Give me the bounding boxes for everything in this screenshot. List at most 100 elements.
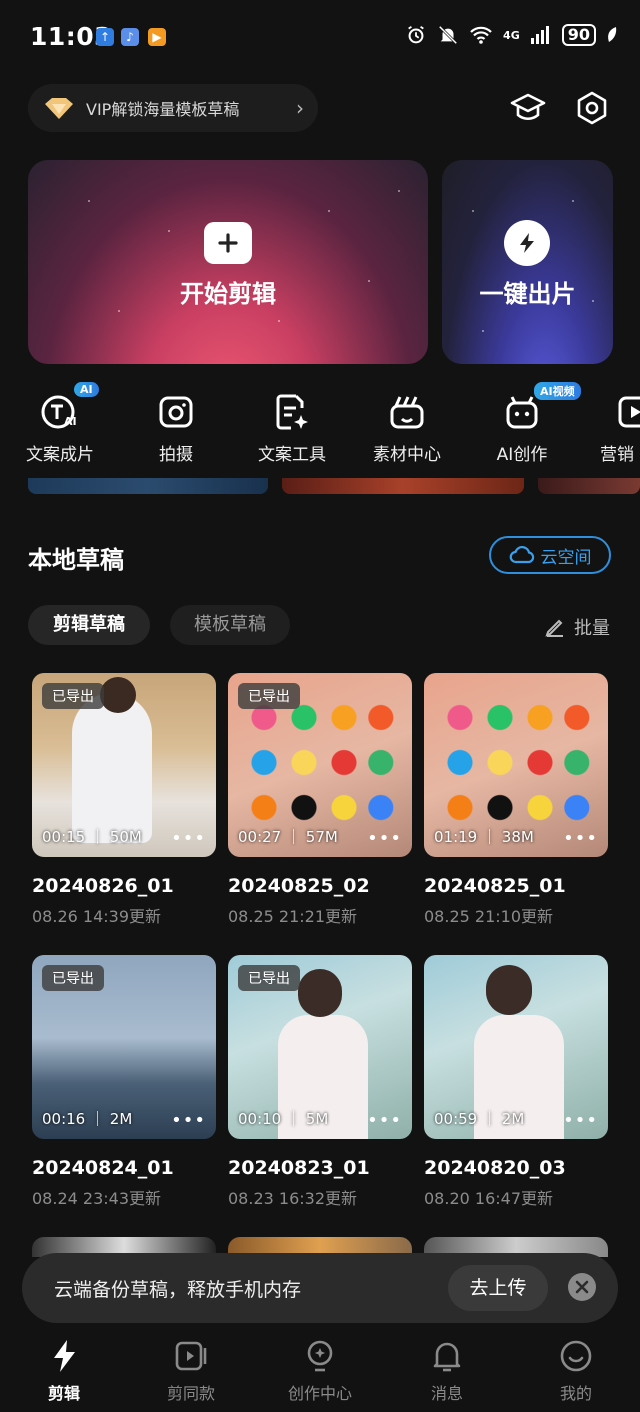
exported-badge: 已导出 (42, 683, 104, 709)
vip-banner[interactable]: VIP解锁海量模板草稿 › (28, 84, 318, 132)
batch-label: 批量 (574, 618, 610, 639)
clapperboard-icon (390, 396, 424, 429)
more-options-icon[interactable]: ••• (367, 828, 402, 849)
draft-duration-size: 01:19 ｜ 38M (434, 828, 534, 846)
draft-card[interactable]: 已导出 00:16 ｜ 2M ••• 20240824_01 08.24 23:… (32, 955, 216, 1209)
banner-strip[interactable] (538, 478, 640, 494)
tool-label: AI创作 (496, 445, 548, 465)
draft-duration-size: 00:59 ｜ 2M (434, 1110, 525, 1128)
tool-label: 文案成片 (26, 445, 94, 465)
ai-video-tag: AI视频 (534, 382, 581, 400)
network-type: 4G (503, 28, 520, 42)
nav-profile[interactable]: 我的 (521, 1338, 631, 1404)
draft-thumbnail[interactable]: 已导出 00:27 ｜ 57M ••• (228, 673, 412, 857)
tool-label: 营销 (600, 445, 634, 465)
tool-material-center[interactable]: 素材中心 (357, 392, 457, 472)
ai-tag: AI (74, 382, 99, 397)
vip-diamond-icon (45, 98, 73, 119)
tool-text-to-video[interactable]: AI AI 文案成片 (10, 382, 110, 472)
more-options-icon[interactable]: ••• (563, 1110, 598, 1131)
bell-icon (433, 1342, 461, 1372)
draft-thumbnail[interactable]: 01:19 ｜ 38M ••• (424, 673, 608, 857)
tool-label: 文案工具 (258, 445, 326, 465)
nav-creator-center[interactable]: 创作中心 (265, 1338, 375, 1404)
start-edit-label: 开始剪辑 (180, 280, 276, 308)
draft-card[interactable]: 01:19 ｜ 38M ••• 20240825_01 08.25 21:10更… (424, 673, 608, 927)
draft-card[interactable]: 已导出 00:10 ｜ 5M ••• 20240823_01 08.23 16:… (228, 955, 412, 1209)
draft-card[interactable]: 已导出 00:15 ｜ 50M ••• 20240826_01 08.26 14… (32, 673, 216, 927)
exported-badge: 已导出 (238, 683, 300, 709)
draft-duration-size: 00:10 ｜ 5M (238, 1110, 329, 1128)
tab-edit-drafts[interactable]: 剪辑草稿 (28, 605, 150, 645)
more-options-icon[interactable]: ••• (171, 1110, 206, 1131)
chevron-right-icon: › (296, 96, 304, 120)
nav-edit[interactable]: 剪辑 (9, 1338, 119, 1404)
draft-card[interactable]: 已导出 00:27 ｜ 57M ••• 20240825_02 08.25 21… (228, 673, 412, 927)
cloud-space-label: 云空间 (540, 547, 592, 568)
more-options-icon[interactable]: ••• (563, 828, 598, 849)
alarm-icon (408, 25, 424, 44)
draft-name: 20240826_01 (32, 875, 174, 897)
settings-gear-icon[interactable] (570, 86, 614, 130)
music-app-icon: ♪ (121, 28, 139, 46)
exported-badge: 已导出 (238, 965, 300, 991)
draft-date: 08.20 16:47更新 (424, 1189, 554, 1208)
tool-ai-create[interactable]: AI视频 AI创作 (472, 382, 581, 472)
banner-strip[interactable] (28, 478, 268, 494)
draft-name: 20240823_01 (228, 1157, 370, 1179)
draft-thumbnail[interactable]: 已导出 00:15 ｜ 50M ••• (32, 673, 216, 857)
close-icon[interactable] (568, 1273, 596, 1301)
draft-name: 20240825_02 (228, 875, 370, 897)
tool-label: 拍摄 (159, 445, 193, 465)
notification-app-icon: ↑ (96, 28, 114, 46)
one-click-label: 一键出片 (479, 280, 576, 308)
local-drafts-title: 本地草稿 (28, 546, 124, 574)
camera-icon (159, 396, 193, 428)
start-edit-card[interactable]: 开始剪辑 (28, 160, 428, 364)
status-indicators: 4G 90 (405, 24, 618, 46)
tool-shoot[interactable]: 拍摄 (126, 392, 226, 472)
lightbulb-icon (307, 1340, 333, 1372)
cloud-space-button[interactable]: 云空间 (489, 536, 611, 574)
signal-icon (530, 26, 549, 44)
banner-strip[interactable] (282, 478, 524, 494)
draft-name: 20240820_03 (424, 1157, 566, 1179)
tutorial-graduation-cap-icon[interactable] (506, 86, 550, 130)
nav-label: 创作中心 (287, 1384, 352, 1403)
batch-button[interactable]: 批量 (544, 614, 610, 640)
video-app-icon: ▶ (148, 28, 166, 46)
nav-label: 我的 (559, 1384, 592, 1403)
scissors-bolt-icon (54, 1340, 75, 1372)
draft-date: 08.24 23:43更新 (32, 1189, 162, 1208)
nav-label: 剪辑 (47, 1384, 80, 1403)
play-box-icon (618, 396, 640, 428)
draft-date: 08.26 14:39更新 (32, 907, 162, 926)
draft-thumbnail[interactable]: 已导出 00:16 ｜ 2M ••• (32, 955, 216, 1139)
lightning-icon (504, 220, 550, 266)
draft-name: 20240825_01 (424, 875, 566, 897)
template-icon (175, 1341, 207, 1371)
more-options-icon[interactable]: ••• (171, 828, 206, 849)
exported-badge: 已导出 (42, 965, 104, 991)
smile-icon (560, 1340, 592, 1372)
svg-text:AI: AI (64, 415, 77, 428)
nav-label: 消息 (430, 1384, 463, 1403)
cloud-icon (509, 546, 534, 564)
nav-template[interactable]: 剪同款 (136, 1338, 246, 1404)
nav-messages[interactable]: 消息 (392, 1338, 502, 1404)
upload-button[interactable]: 去上传 (448, 1265, 548, 1311)
one-click-card[interactable]: 一键出片 (442, 160, 613, 364)
status-bar: 11:03 ↑ ♪ ▶ 4G 90 (0, 0, 640, 76)
draft-card[interactable]: 00:59 ｜ 2M ••• 20240820_03 08.20 16:47更新 (424, 955, 608, 1209)
battery-level: 90 (561, 24, 596, 46)
plus-icon (204, 222, 252, 264)
tool-copywriting[interactable]: 文案工具 (242, 392, 342, 472)
tab-template-drafts[interactable]: 模板草稿 (170, 605, 290, 645)
draft-thumbnail[interactable]: 00:59 ｜ 2M ••• (424, 955, 608, 1139)
draft-thumbnail[interactable]: 已导出 00:10 ｜ 5M ••• (228, 955, 412, 1139)
bottom-nav: 剪辑 剪同款 创作中心 消息 我的 (0, 1326, 640, 1412)
document-sparkle-icon (276, 394, 308, 430)
more-options-icon[interactable]: ••• (367, 1110, 402, 1131)
tool-marketing[interactable]: 营销 (588, 392, 640, 472)
toast-message: 云端备份草稿，释放手机内存 (54, 1279, 302, 1301)
